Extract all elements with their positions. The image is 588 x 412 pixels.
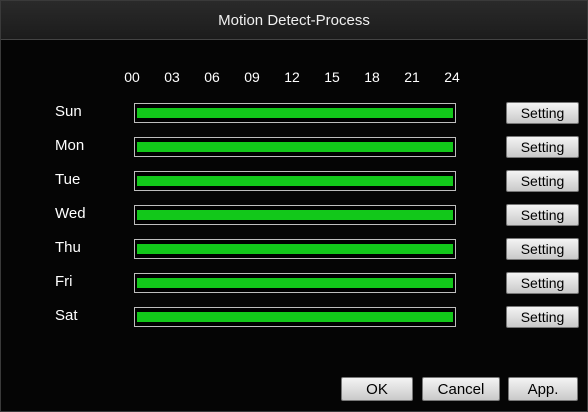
schedule-bar-mon[interactable] <box>134 137 456 157</box>
schedule-fill <box>137 312 453 322</box>
day-label-thu: Thu <box>55 239 81 256</box>
schedule-bar-fri[interactable] <box>134 273 456 293</box>
hour-label: 12 <box>284 69 300 85</box>
schedule-bar-tue[interactable] <box>134 171 456 191</box>
dialog-title: Motion Detect-Process <box>218 11 370 29</box>
setting-button-sat[interactable]: Setting <box>506 306 579 328</box>
schedule-fill <box>137 176 453 186</box>
setting-button-thu[interactable]: Setting <box>506 238 579 260</box>
schedule-bar-sun[interactable] <box>134 103 456 123</box>
schedule-fill <box>137 108 453 118</box>
hour-label: 15 <box>324 69 340 85</box>
day-label-sat: Sat <box>55 307 78 324</box>
day-label-fri: Fri <box>55 273 73 290</box>
schedule-fill <box>137 244 453 254</box>
cancel-button[interactable]: Cancel <box>422 377 500 401</box>
hour-label: 06 <box>204 69 220 85</box>
ok-button[interactable]: OK <box>341 377 413 401</box>
setting-button-wed[interactable]: Setting <box>506 204 579 226</box>
hour-label: 00 <box>124 69 140 85</box>
hour-label: 09 <box>244 69 260 85</box>
schedule-fill <box>137 210 453 220</box>
schedule-fill <box>137 278 453 288</box>
setting-button-mon[interactable]: Setting <box>506 136 579 158</box>
dialog-title-bar: Motion Detect-Process <box>1 1 587 40</box>
schedule-fill <box>137 142 453 152</box>
motion-detect-process-dialog: Motion Detect-Process 00 03 06 09 12 15 … <box>0 0 588 412</box>
hour-label: 03 <box>164 69 180 85</box>
schedule-bar-sat[interactable] <box>134 307 456 327</box>
hour-label: 21 <box>404 69 420 85</box>
schedule-bar-thu[interactable] <box>134 239 456 259</box>
day-label-sun: Sun <box>55 103 82 120</box>
day-label-wed: Wed <box>55 205 86 222</box>
setting-button-fri[interactable]: Setting <box>506 272 579 294</box>
hour-label: 24 <box>444 69 460 85</box>
apply-button[interactable]: App. <box>508 377 578 401</box>
setting-button-tue[interactable]: Setting <box>506 170 579 192</box>
setting-button-sun[interactable]: Setting <box>506 102 579 124</box>
schedule-bar-wed[interactable] <box>134 205 456 225</box>
hour-label: 18 <box>364 69 380 85</box>
day-label-tue: Tue <box>55 171 81 188</box>
day-label-mon: Mon <box>55 137 85 154</box>
